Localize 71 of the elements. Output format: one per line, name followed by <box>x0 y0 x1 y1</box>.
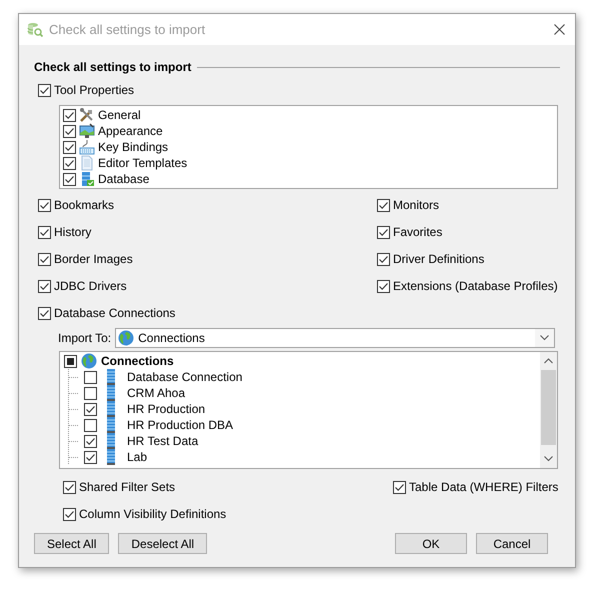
dialog-button[interactable]: OK <box>395 533 467 554</box>
checkbox[interactable] <box>38 198 51 212</box>
checkbox[interactable] <box>393 480 406 494</box>
checkbox[interactable] <box>84 402 97 416</box>
globe-icon <box>118 330 134 346</box>
checkbox-label: History <box>54 224 92 240</box>
checkbox-label: Extensions (Database Profiles) <box>393 278 558 294</box>
monitor-icon <box>79 123 95 139</box>
close-icon[interactable] <box>554 24 565 35</box>
checkbox-label: Table Data (WHERE) Filters <box>409 479 558 495</box>
checkbox[interactable] <box>63 140 76 154</box>
tree-item[interactable]: HR Test Data <box>127 433 198 449</box>
checkbox[interactable] <box>63 172 76 186</box>
keyboard-icon <box>79 139 95 155</box>
scroll-down-icon[interactable] <box>544 456 553 462</box>
checkbox-label: Database Connections <box>54 305 176 321</box>
checkbox-label: Driver Definitions <box>393 251 484 267</box>
list-item[interactable]: Key Bindings <box>98 139 168 155</box>
tree-item[interactable]: Database Connection <box>127 369 242 385</box>
window-title: Check all settings to import <box>49 22 206 38</box>
checkbox[interactable] <box>377 226 390 238</box>
list-item[interactable]: General <box>98 107 141 123</box>
checkbox[interactable] <box>38 280 51 292</box>
list-item[interactable]: Appearance <box>98 123 163 139</box>
checkbox[interactable] <box>63 480 76 494</box>
import-to-label: Import To: <box>58 330 112 346</box>
checkbox[interactable] <box>63 108 76 122</box>
scrollbar-thumb[interactable] <box>541 370 556 445</box>
dialog-button[interactable]: Deselect All <box>118 533 208 554</box>
checkbox[interactable] <box>84 386 97 400</box>
section-heading: Check all settings to import <box>34 59 192 75</box>
checkbox[interactable] <box>63 508 76 520</box>
tree-item[interactable]: HR Production DBA <box>127 417 234 433</box>
checkbox-label: Shared Filter Sets <box>79 479 176 495</box>
list-item[interactable]: Editor Templates <box>98 155 188 171</box>
checkbox[interactable] <box>63 124 76 138</box>
scroll-up-icon[interactable] <box>544 358 553 364</box>
checkbox-label: JDBC Drivers <box>54 278 127 294</box>
tree-root[interactable]: Connections <box>101 353 174 369</box>
dialog-button[interactable]: Cancel <box>476 533 548 554</box>
checkbox[interactable] <box>38 306 51 320</box>
tree-item[interactable]: HR Production <box>127 401 206 417</box>
dropdown-value: Connections <box>138 330 205 346</box>
tree-item[interactable]: Lab <box>127 449 148 465</box>
checkbox-label: Favorites <box>393 224 442 240</box>
dialog-button[interactable]: Select All <box>34 533 110 554</box>
checkbox-label: Monitors <box>393 197 440 213</box>
checkbox[interactable] <box>38 252 51 266</box>
database-search-icon <box>27 22 43 38</box>
checkbox[interactable] <box>38 84 51 96</box>
checkbox[interactable] <box>63 156 76 170</box>
checkbox[interactable] <box>64 354 77 368</box>
checkbox-label: Tool Properties <box>54 82 134 98</box>
checkbox-label: Column Visibility Definitions <box>79 506 226 522</box>
scrollbar[interactable] <box>540 352 557 468</box>
checkbox[interactable] <box>84 370 97 384</box>
checkbox[interactable] <box>84 450 97 464</box>
checkbox[interactable] <box>84 434 97 448</box>
checkbox[interactable] <box>38 226 51 238</box>
checkbox[interactable] <box>84 418 97 432</box>
checkbox[interactable] <box>377 280 390 292</box>
tree-item[interactable]: CRM Ahoa <box>127 385 186 401</box>
checkbox-label: Border Images <box>54 251 133 267</box>
checkbox-label: Bookmarks <box>54 197 114 213</box>
globe-icon <box>81 353 97 369</box>
import-to-dropdown[interactable]: Connections <box>115 328 555 348</box>
checkbox[interactable] <box>377 198 390 212</box>
checkbox[interactable] <box>377 252 390 266</box>
chevron-down-icon <box>540 335 549 341</box>
list-item[interactable]: Database <box>98 171 150 187</box>
document-icon <box>79 155 95 171</box>
